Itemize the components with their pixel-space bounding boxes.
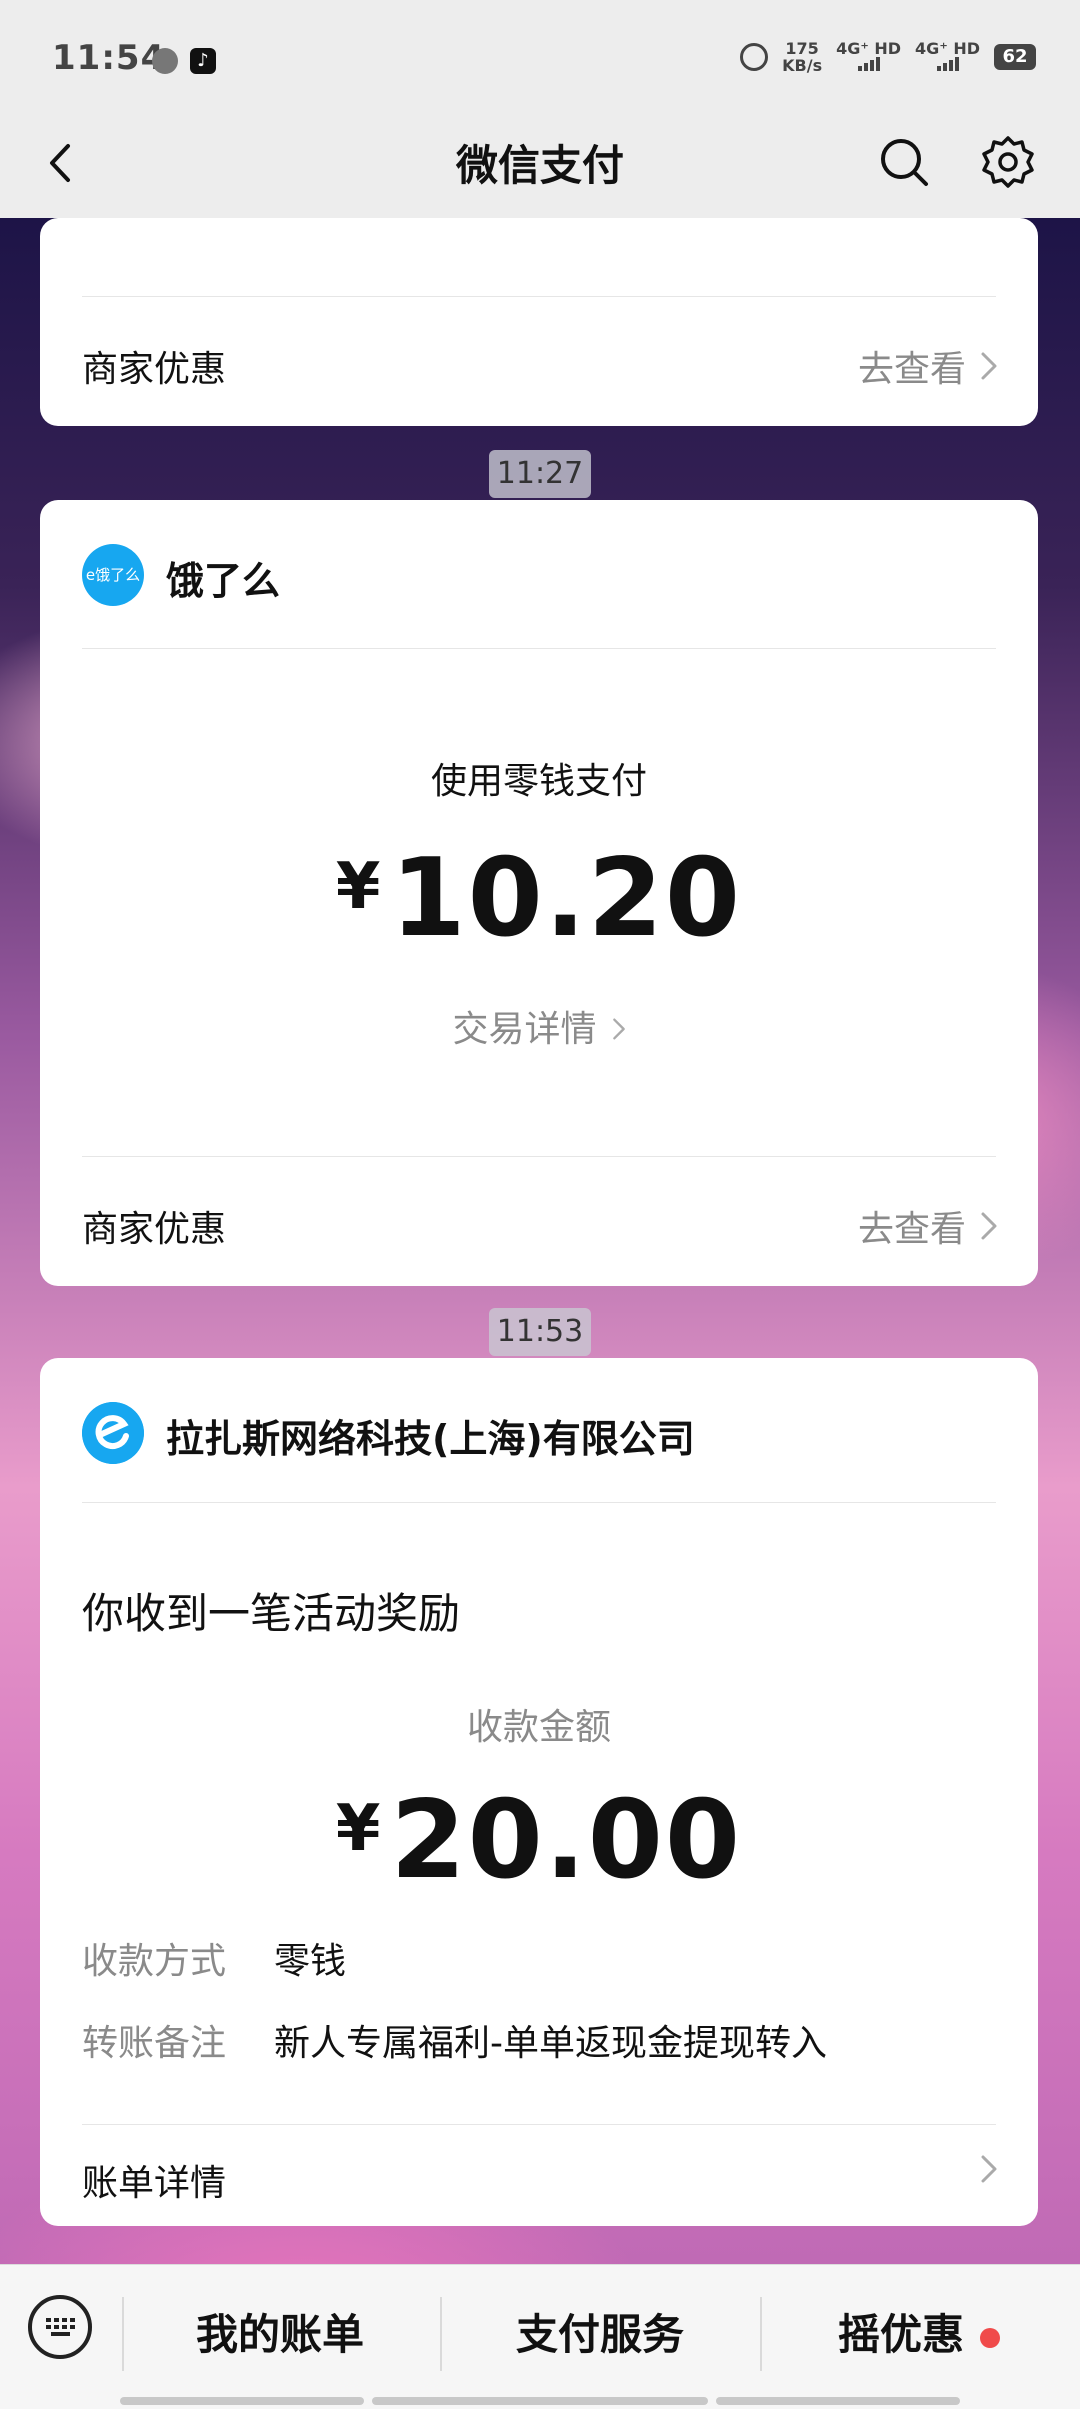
rajax-logo-icon bbox=[82, 1402, 144, 1464]
currency-symbol: ¥ bbox=[335, 850, 383, 924]
menu-separator bbox=[122, 2297, 124, 2371]
merchant-promo-action: 去查看 bbox=[857, 349, 966, 390]
message-card-reward[interactable]: 拉扎斯网络科技(上海)有限公司 你收到一笔活动奖励 收款金额 ¥20.00 收款… bbox=[40, 1358, 1038, 2226]
status-bar: 11:54 ♪ 175 KB/s 4G⁺ HD 4G⁺ HD 62 bbox=[0, 0, 1080, 110]
transfer-note-key: 转账备注 bbox=[82, 2023, 227, 2064]
bill-details-label[interactable]: 账单详情 bbox=[82, 2154, 226, 2206]
transaction-details-label: 交易详情 bbox=[452, 1009, 597, 1050]
divider bbox=[82, 1156, 996, 1157]
amount-label: 收款金额 bbox=[466, 1707, 611, 1748]
signal-bars-icon bbox=[936, 57, 959, 71]
merchant-name: 饿了么 bbox=[166, 559, 281, 603]
merchant-promo-link[interactable]: 去查看 bbox=[858, 1200, 998, 1252]
notification-dot bbox=[980, 2328, 1000, 2348]
keyboard-toggle-icon[interactable] bbox=[28, 2295, 92, 2359]
transaction-details-link[interactable]: 交易详情 bbox=[40, 1000, 1038, 1052]
menu-separator bbox=[440, 2297, 442, 2371]
divider bbox=[82, 648, 996, 649]
menu-shake-offers[interactable]: 摇优惠 bbox=[838, 2301, 964, 2362]
signal-1-label: 4G⁺ HD bbox=[836, 39, 902, 58]
network-speed: 175 KB/s bbox=[782, 40, 822, 74]
bottom-menu-bar: 我的账单 支付服务 摇优惠 bbox=[0, 2264, 1080, 2409]
chevron-right-icon bbox=[981, 2155, 997, 2183]
divider bbox=[82, 296, 996, 297]
menu-payment-services[interactable]: 支付服务 bbox=[516, 2301, 684, 2362]
gear-icon[interactable] bbox=[978, 132, 1038, 192]
status-time: 11:54 bbox=[52, 38, 166, 78]
message-timestamp: 11:27 bbox=[489, 450, 591, 498]
reward-headline: 你收到一笔活动奖励 bbox=[82, 1589, 461, 1638]
gesture-bar bbox=[372, 2397, 708, 2405]
net-speed-unit: KB/s bbox=[782, 56, 823, 75]
signal-bars-icon bbox=[857, 57, 880, 71]
message-timestamp: 11:53 bbox=[489, 1308, 591, 1356]
nav-bar: 微信支付 bbox=[0, 110, 1080, 218]
chevron-right-icon bbox=[981, 352, 997, 380]
signal-2-label: 4G⁺ HD bbox=[915, 39, 980, 58]
chevron-right-icon bbox=[981, 1212, 997, 1240]
merchant-promo-link[interactable]: 去查看 bbox=[858, 340, 998, 392]
receive-method-value: 零钱 bbox=[274, 1941, 347, 1982]
receive-method-key: 收款方式 bbox=[82, 1941, 227, 1982]
gesture-bar bbox=[120, 2397, 364, 2405]
menu-my-bills[interactable]: 我的账单 bbox=[196, 2301, 364, 2362]
chevron-right-icon bbox=[612, 1018, 625, 1040]
payment-amount: ¥10.20 bbox=[40, 836, 1038, 961]
eleme-logo-icon: e饿了么 bbox=[82, 544, 144, 606]
alarm-icon bbox=[740, 43, 769, 71]
menu-separator bbox=[760, 2297, 762, 2371]
transfer-note-value: 新人专属福利-单单返现金提现转入 bbox=[274, 2023, 827, 2064]
divider bbox=[82, 1502, 996, 1503]
payment-method: 使用零钱支付 bbox=[430, 761, 647, 802]
signal-2: 4G⁺ HD bbox=[915, 40, 980, 74]
currency-symbol: ¥ bbox=[335, 1792, 383, 1866]
signal-1: 4G⁺ HD bbox=[836, 40, 901, 74]
divider bbox=[82, 2124, 996, 2125]
merchant-promo-label: 商家优惠 bbox=[82, 1209, 227, 1250]
message-card-eleme[interactable]: e饿了么 饿了么 使用零钱支付 ¥10.20 交易详情 商家优惠 去查看 bbox=[40, 500, 1038, 1286]
message-card-previous: 商家优惠 去查看 bbox=[40, 218, 1038, 426]
tiktok-icon: ♪ bbox=[190, 48, 216, 74]
gesture-bar bbox=[716, 2397, 960, 2405]
battery-indicator: 62 bbox=[994, 44, 1036, 70]
bill-details-link[interactable] bbox=[980, 2154, 998, 2184]
keyboard-icon bbox=[46, 2318, 75, 2336]
merchant-promo-label: 商家优惠 bbox=[82, 349, 227, 390]
amount-value: 20.00 bbox=[390, 1778, 743, 1903]
received-amount: ¥20.00 bbox=[40, 1778, 1038, 1903]
merchant-name: 拉扎斯网络科技(上海)有限公司 bbox=[166, 1417, 695, 1461]
search-icon[interactable] bbox=[876, 134, 932, 190]
globe-icon bbox=[152, 48, 178, 74]
amount-value: 10.20 bbox=[390, 836, 743, 961]
merchant-promo-action: 去查看 bbox=[857, 1209, 966, 1250]
